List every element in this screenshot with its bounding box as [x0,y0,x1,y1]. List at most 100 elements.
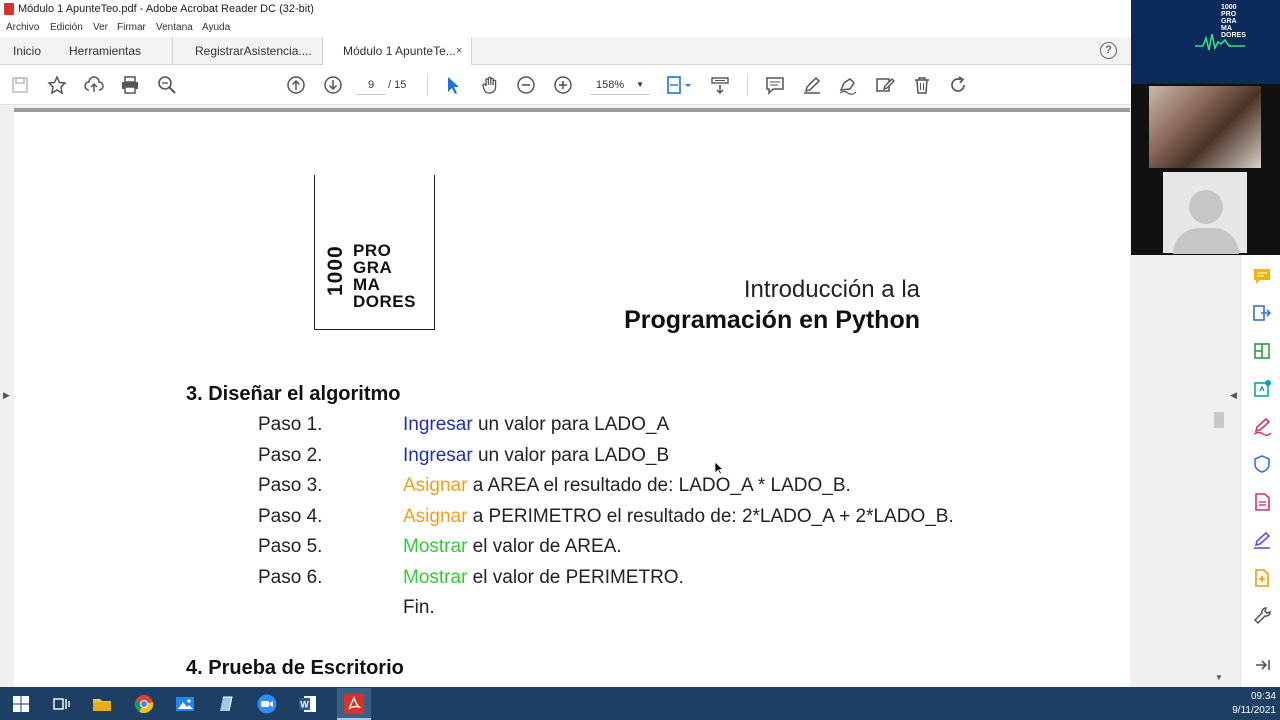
logo-number: 1000 [324,245,347,296]
step-action: Ingresar un valor para LADO_A [403,414,669,436]
photos-app-icon[interactable] [174,693,196,715]
scrollbar-thumb[interactable] [1214,412,1224,428]
comment-icon[interactable] [765,75,785,95]
task-view-icon[interactable] [50,693,72,715]
clock-time: 09:34 [1250,691,1276,702]
scroll-down-icon[interactable]: ▼ [1215,673,1223,682]
bookmark-star-icon[interactable] [47,75,67,95]
video-tile-participant-avatar[interactable] [1131,170,1280,255]
rotate-icon[interactable] [948,75,968,95]
tab-bar: Inicio Herramientas RegistrarAsistencia.… [0,37,1131,66]
toolbar-separator [747,74,748,96]
tab-home[interactable]: Inicio [13,37,41,65]
zoom-app-icon[interactable] [256,693,278,715]
step-label: Paso 2. [258,445,323,466]
audio-wave-icon [1195,33,1245,51]
acrobat-taskbar-icon[interactable] [337,688,371,720]
zoom-out-icon[interactable] [516,75,536,95]
step-action: Asignar a PERIMETRO el resultado de: 2*L… [403,506,954,528]
select-cursor-icon[interactable] [443,75,463,95]
menu-ventana[interactable]: Ventana [156,22,193,33]
expand-left-panel-icon[interactable]: ▶ [3,390,10,401]
step-label: Paso 6. [258,567,323,588]
organize-pages-icon[interactable] [1252,341,1272,361]
document-title-line1: Introducción a la [743,276,920,303]
tab-modulo1-label: Módulo 1 ApunteTe... [343,44,456,58]
brand-line: 1000 [1221,4,1237,11]
step-verb: Ingresar [403,445,473,466]
create-pdf-icon[interactable] [1252,492,1272,512]
zoom-in-icon[interactable] [553,75,573,95]
brand-line: GRA [1221,18,1237,25]
window-title: Módulo 1 ApunteTeo.pdf - Adobe Acrobat R… [18,3,314,15]
notepad-app-icon[interactable] [215,693,237,715]
chrome-icon[interactable] [133,693,155,715]
system-clock[interactable]: 09:34 9/11/2021 [1210,690,1276,718]
sign-pen-icon[interactable] [838,75,858,95]
section-heading-3: 3. Diseñar el algoritmo [186,383,401,405]
step-label: Paso 1. [258,414,323,435]
protect-shield-icon[interactable] [1252,454,1272,474]
menu-edicion[interactable]: Edición [50,22,83,33]
toolbar-separator [427,74,428,96]
video-tile-participant-camera[interactable] [1131,84,1280,170]
logo-line-gra: GRA [353,258,393,277]
collapse-tools-icon[interactable] [1252,655,1272,675]
step-label: Paso 5. [258,536,323,557]
send-for-signature-icon[interactable] [1252,530,1272,550]
print-icon[interactable] [120,75,140,95]
save-icon[interactable] [10,75,30,95]
document-title-line2: Programación en Python [624,306,920,334]
tab-registrar-asistencia[interactable]: RegistrarAsistencia.... [172,37,322,65]
windows-start-icon[interactable] [10,693,32,715]
highlight-pen-icon[interactable] [802,75,822,95]
edit-document-icon[interactable] [1252,379,1272,399]
tab-modulo1-apunte[interactable]: Módulo 1 ApunteTe... [322,37,472,66]
word-app-icon[interactable]: W [297,693,319,715]
upload-cloud-icon[interactable] [84,75,104,95]
mouse-pointer-icon [714,461,725,475]
menu-bar: Archivo Edición Ver Firmar Ventana Ayuda [0,19,1131,37]
step-label: Paso 4. [258,506,323,527]
algorithm-end: Fin. [403,597,435,618]
svg-text:W: W [300,700,309,710]
collapse-right-panel-icon[interactable]: ◀ [1230,390,1237,401]
fill-sign-icon[interactable] [1252,416,1272,436]
step-action: Mostrar el valor de AREA. [403,536,622,558]
step-text: el valor de PERIMETRO. [467,567,684,588]
zoom-level-dropdown[interactable]: 158% ▼ [590,75,650,95]
comment-tool-icon[interactable] [1252,266,1272,286]
vertical-scrollbar[interactable]: ▼ [1212,255,1226,687]
export-pdf-icon[interactable] [1252,303,1272,323]
page-number-input[interactable]: 9 [356,75,386,95]
menu-ayuda[interactable]: Ayuda [202,22,230,33]
file-explorer-icon[interactable] [91,693,113,715]
section-heading-4: 4. Prueba de Escritorio [186,657,404,679]
step-verb: Asignar [403,475,468,496]
tab-tools[interactable]: Herramientas [69,37,141,65]
trash-icon[interactable] [912,75,932,95]
video-tile-presenter-logo[interactable]: 1000 PRO GRA MA DORES [1131,0,1280,84]
step-verb: Asignar [403,506,468,527]
next-page-icon[interactable] [323,75,343,95]
logo-line-ma: MA [353,275,381,294]
acrobat-app-icon [4,3,14,15]
clock-date: 9/11/2021 [1232,705,1276,716]
step-action: Asignar a AREA el resultado de: LADO_A *… [403,475,851,497]
previous-page-icon[interactable] [286,75,306,95]
menu-firmar[interactable]: Firmar [117,22,146,33]
hand-tool-icon[interactable] [480,75,500,95]
search-zoom-icon[interactable] [157,75,177,95]
scroll-mode-icon[interactable] [710,75,730,95]
edit-pdf-icon[interactable] [875,75,895,95]
combine-files-icon[interactable] [1252,568,1272,588]
menu-archivo[interactable]: Archivo [6,22,39,33]
tools-wrench-icon[interactable] [1252,606,1272,626]
windows-taskbar: W 09:34 9/11/2021 [0,687,1280,720]
logo-line-pro: PRO [353,241,392,260]
fit-page-icon[interactable] [665,75,693,95]
help-icon[interactable]: ? [1100,42,1117,59]
tab-close-icon[interactable]: × [456,37,462,65]
menu-ver[interactable]: Ver [93,22,108,33]
brand-line: PRO [1221,11,1237,18]
